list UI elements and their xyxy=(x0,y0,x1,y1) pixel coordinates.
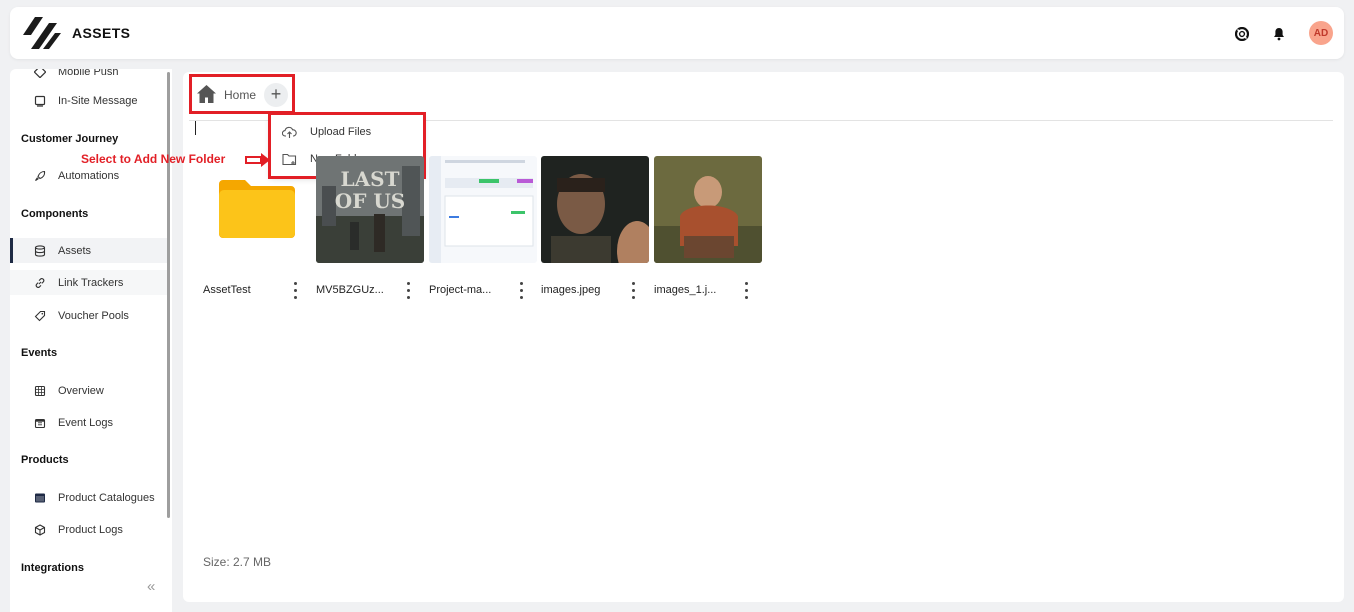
sidebar-scrollbar[interactable] xyxy=(167,72,170,518)
mobile-push-icon xyxy=(33,69,46,78)
file-card-image[interactable] xyxy=(654,156,762,263)
file-name: AssetTest xyxy=(203,284,251,296)
bell-icon[interactable] xyxy=(1270,25,1288,43)
file-name: Project-ma... xyxy=(429,284,492,296)
file-name: images.jpeg xyxy=(541,284,601,296)
app-title: ASSETS xyxy=(72,25,131,41)
text-cursor xyxy=(195,121,196,135)
sidebar-item-label: Mobile Push xyxy=(58,69,119,78)
file-name: MV5BZGUz... xyxy=(316,284,384,296)
sidebar-item-label: Automations xyxy=(58,169,120,182)
collapse-sidebar-icon[interactable]: « xyxy=(147,578,155,595)
database-icon xyxy=(33,244,46,257)
svg-text:LAST: LAST xyxy=(341,167,400,191)
section-integrations: Integrations xyxy=(21,562,84,574)
catalogue-icon xyxy=(33,491,46,504)
more-options-icon[interactable] xyxy=(743,282,749,299)
help-icon[interactable] xyxy=(1233,25,1251,43)
section-products: Products xyxy=(21,454,69,466)
file-name: images_1.j... xyxy=(654,284,717,296)
sidebar-item-label: Link Trackers xyxy=(58,276,124,289)
top-header: ASSETS AD xyxy=(10,7,1344,59)
sidebar-item-mobile-push[interactable]: Mobile Push xyxy=(10,69,167,84)
box-icon xyxy=(33,523,46,536)
more-options-icon[interactable] xyxy=(405,282,411,299)
image-thumbnail: LAST OF US xyxy=(316,156,424,263)
sidebar-item-label: Event Logs xyxy=(58,416,114,429)
svg-text:OF US: OF US xyxy=(335,189,405,213)
folder-icon xyxy=(219,180,295,238)
sidebar-item-assets[interactable]: Assets xyxy=(10,238,167,263)
image-thumbnail xyxy=(541,156,657,281)
grid-icon xyxy=(33,384,46,397)
avatar[interactable]: AD xyxy=(1309,21,1333,45)
sidebar-item-label: Product Logs xyxy=(58,523,123,536)
image-thumbnail xyxy=(654,156,762,263)
file-card-image[interactable] xyxy=(429,156,537,263)
link-icon xyxy=(33,276,46,289)
rocket-icon xyxy=(33,169,46,182)
tag-icon xyxy=(33,309,46,322)
sidebar-item-overview[interactable]: Overview xyxy=(10,378,167,403)
sidebar-item-label: In-Site Message xyxy=(58,94,138,107)
storage-size: Size: 2.7 MB xyxy=(203,555,272,569)
image-thumbnail xyxy=(429,156,537,263)
section-events: Events xyxy=(21,347,58,359)
sidebar-item-label: Overview xyxy=(58,384,104,397)
more-options-icon[interactable] xyxy=(630,282,636,299)
file-card-image[interactable]: LAST OF US xyxy=(316,156,424,263)
message-icon xyxy=(33,94,46,107)
calendar-icon xyxy=(33,416,46,429)
sidebar: Mobile Push In-Site Message Customer Jou… xyxy=(10,69,172,612)
sidebar-item-link-trackers[interactable]: Link Trackers xyxy=(10,270,167,295)
sidebar-item-voucher-pools[interactable]: Voucher Pools xyxy=(10,303,167,328)
file-card-folder[interactable] xyxy=(203,156,311,263)
section-components: Components xyxy=(21,208,89,220)
logo-icon[interactable] xyxy=(21,15,61,51)
highlight-box-breadcrumb xyxy=(189,74,295,114)
more-options-icon[interactable] xyxy=(292,282,298,299)
file-card-image[interactable] xyxy=(541,156,657,281)
sidebar-item-in-site-message[interactable]: In-Site Message xyxy=(10,88,167,113)
sidebar-item-label: Assets xyxy=(58,244,92,257)
sidebar-item-event-logs[interactable]: Event Logs xyxy=(10,410,167,435)
more-options-icon[interactable] xyxy=(518,282,524,299)
sidebar-item-label: Voucher Pools xyxy=(58,309,129,322)
sidebar-item-label: Product Catalogues xyxy=(58,491,155,504)
section-customer-journey: Customer Journey xyxy=(21,133,119,145)
sidebar-item-product-catalogues[interactable]: Product Catalogues xyxy=(10,485,167,510)
sidebar-item-automations[interactable]: Automations xyxy=(10,163,167,188)
sidebar-item-product-logs[interactable]: Product Logs xyxy=(10,517,167,542)
